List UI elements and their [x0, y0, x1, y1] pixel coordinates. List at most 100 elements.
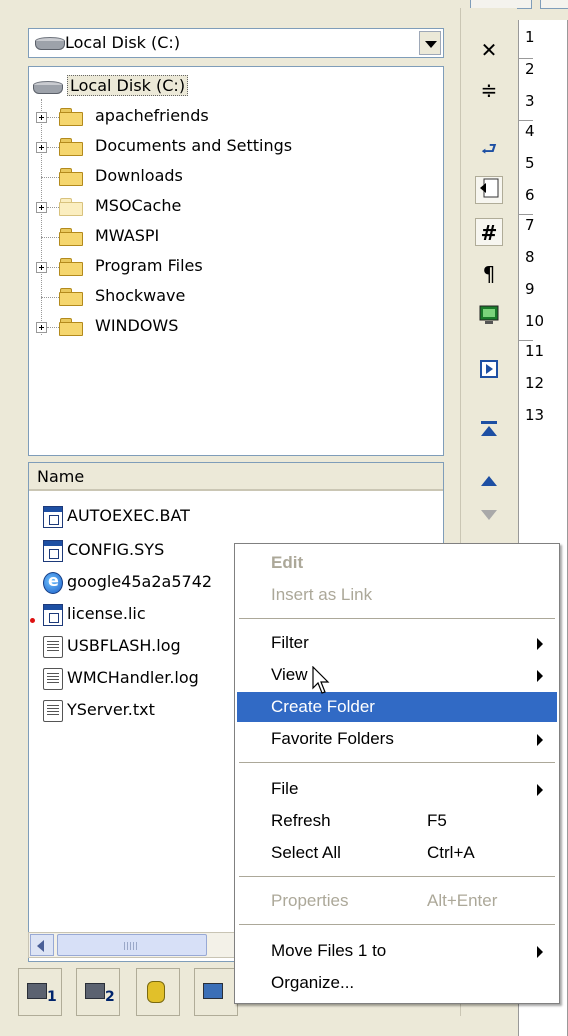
split-icon[interactable]: ≑	[475, 76, 503, 104]
menu-item-select-all[interactable]: Select All Ctrl+A	[237, 838, 557, 868]
tree-item-label: MSOCache	[95, 196, 182, 215]
menu-item-move-files[interactable]: Move Files 1 to	[237, 936, 557, 966]
line-number: 3	[525, 92, 535, 110]
line-number: 10	[525, 312, 545, 330]
folder-icon	[59, 288, 85, 306]
expand-icon[interactable]	[36, 142, 47, 153]
disk-icon	[33, 81, 63, 95]
tree-item-mwaspi[interactable]: MWASPI	[29, 223, 443, 251]
menu-item-insert-as-link[interactable]: Insert as Link	[237, 580, 557, 610]
menu-item-label: Move Files 1 to	[271, 941, 387, 960]
menu-item-favorite-folders[interactable]: Favorite Folders	[237, 724, 557, 754]
line-number: 9	[525, 280, 535, 298]
tree-item-label: Program Files	[95, 256, 203, 275]
menu-item-organize[interactable]: Organize...	[237, 968, 557, 998]
file-name: USBFLASH.log	[67, 636, 181, 655]
show-spaces-icon[interactable]: ¶	[475, 260, 503, 288]
tree-item-downloads[interactable]: Downloads	[29, 163, 443, 191]
scroll-left-icon[interactable]	[30, 934, 54, 956]
window-file-icon	[43, 506, 63, 528]
menu-item-file[interactable]: File	[237, 774, 557, 804]
expand-icon[interactable]	[36, 112, 47, 123]
system-file-icon	[43, 604, 63, 626]
menu-item-shortcut: Alt+Enter	[427, 891, 498, 910]
drive-button-2[interactable]: 2	[76, 968, 120, 1016]
drive-select[interactable]: Local Disk (C:)	[28, 28, 444, 58]
modified-marker-icon	[30, 618, 35, 623]
drive-select-value: Local Disk (C:)	[65, 33, 181, 52]
menu-item-label: Select All	[271, 843, 341, 862]
folder-tree[interactable]: Local Disk (C:) apachefriends Documents …	[28, 66, 444, 456]
line-number: 6	[525, 186, 535, 204]
scroll-down-icon[interactable]	[475, 504, 503, 532]
file-name: CONFIG.SYS	[67, 540, 165, 559]
folder-icon	[59, 228, 85, 246]
folder-icon	[59, 108, 85, 126]
database-icon	[147, 981, 165, 1003]
network-drive-icon	[203, 983, 223, 999]
expand-icon[interactable]	[36, 202, 47, 213]
submenu-arrow-icon	[537, 638, 543, 650]
tree-item-apachefriends[interactable]: apachefriends	[29, 103, 443, 131]
submenu-arrow-icon	[537, 946, 543, 958]
scroll-thumb[interactable]	[57, 934, 207, 956]
drive-icon	[85, 983, 105, 999]
file-name: AUTOEXEC.BAT	[67, 506, 190, 525]
menu-item-edit[interactable]: Edit	[237, 548, 557, 578]
close-icon[interactable]: ✕	[475, 36, 503, 64]
tree-item-windows[interactable]: WINDOWS	[29, 313, 443, 341]
folder-icon	[59, 198, 85, 216]
submenu-arrow-icon	[537, 670, 543, 682]
tree-item-program-files[interactable]: Program Files	[29, 253, 443, 281]
expand-icon[interactable]	[36, 262, 47, 273]
column-header-label: Name	[37, 467, 85, 486]
play-macro-icon[interactable]	[475, 358, 503, 386]
drive-button-3[interactable]	[136, 968, 180, 1016]
file-name: YServer.txt	[67, 700, 155, 719]
line-number: 13	[525, 406, 545, 424]
scroll-to-top-icon[interactable]	[475, 418, 503, 446]
column-header-name[interactable]: Name	[29, 463, 443, 491]
tree-item-label: WINDOWS	[95, 316, 179, 335]
line-numbers-icon[interactable]: #	[475, 218, 503, 246]
tree-item-root[interactable]: Local Disk (C:)	[29, 73, 443, 101]
menu-item-shortcut: Ctrl+A	[427, 843, 475, 862]
menu-item-label: Create Folder	[271, 697, 375, 716]
tree-item-documents-and-settings[interactable]: Documents and Settings	[29, 133, 443, 161]
word-wrap-icon[interactable]: ⮐	[475, 136, 503, 164]
top-tab-right[interactable]	[540, 0, 568, 9]
tree-item-shockwave[interactable]: Shockwave	[29, 283, 443, 311]
submenu-arrow-icon	[537, 734, 543, 746]
menu-item-view[interactable]: View	[237, 660, 557, 690]
monitor-icon[interactable]	[475, 304, 503, 332]
system-file-icon	[43, 540, 63, 562]
scroll-up-icon[interactable]	[475, 470, 503, 498]
chevron-down-icon[interactable]	[419, 31, 441, 55]
mouse-cursor-icon	[312, 666, 330, 694]
tree-item-label: Downloads	[95, 166, 183, 185]
menu-item-label: Filter	[271, 633, 309, 652]
tree-item-label: Shockwave	[95, 286, 186, 305]
menu-item-create-folder[interactable]: Create Folder	[237, 692, 557, 722]
show-file-browser-icon[interactable]	[475, 176, 503, 204]
expand-icon[interactable]	[36, 322, 47, 333]
menu-item-label: View	[271, 665, 308, 684]
text-file-icon	[43, 668, 63, 690]
menu-separator	[239, 618, 555, 619]
menu-item-properties[interactable]: Properties Alt+Enter	[237, 886, 557, 916]
tree-item-msocache[interactable]: MSOCache	[29, 193, 443, 221]
drive-icon	[27, 983, 47, 999]
context-menu: Edit Insert as Link Filter View Create F…	[234, 543, 560, 1004]
tree-item-label: MWASPI	[95, 226, 160, 245]
menu-separator	[239, 876, 555, 877]
menu-item-label: Refresh	[271, 811, 331, 830]
drive-button-1[interactable]: 1	[18, 968, 62, 1016]
drive-button-4[interactable]	[194, 968, 238, 1016]
menu-item-label: Favorite Folders	[271, 729, 394, 748]
tree-item-label: Documents and Settings	[95, 136, 293, 155]
menu-item-label: Organize...	[271, 973, 355, 992]
menu-item-shortcut: F5	[427, 811, 447, 830]
menu-item-filter[interactable]: Filter	[237, 628, 557, 658]
menu-item-refresh[interactable]: Refresh F5	[237, 806, 557, 836]
line-number: 1	[525, 28, 535, 46]
